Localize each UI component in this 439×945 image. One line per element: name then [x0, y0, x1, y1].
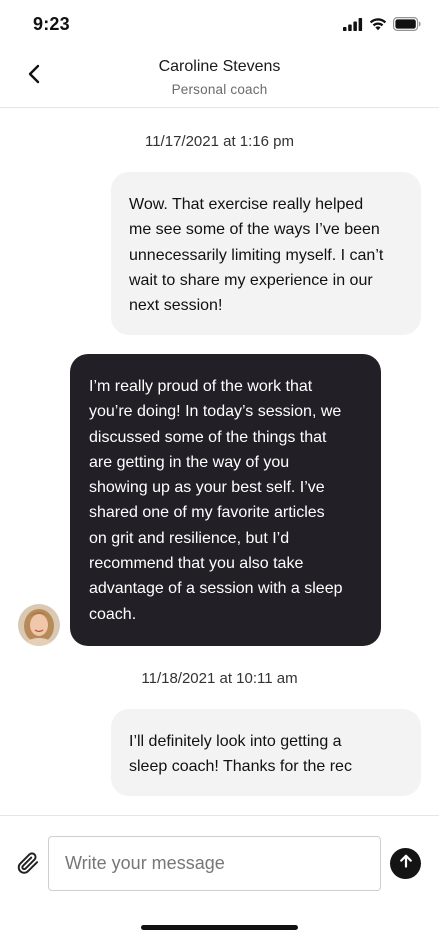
message-line: I’m really proud of the work that [89, 378, 313, 395]
message-line: wait to share my experience in our [129, 271, 373, 289]
message-line: coach. [89, 605, 137, 623]
wifi-icon [369, 17, 387, 36]
message-line: are getting in the way of you [89, 453, 290, 471]
message-line: unnecessarily limiting myself. I can’t [129, 246, 384, 264]
message-line: me see some of the ways I’ve been [129, 221, 380, 239]
message-line: next session! [129, 297, 223, 315]
outgoing-message: Wow. That exercise really helped me see … [111, 172, 421, 335]
outgoing-message: I’ll definitely look into getting a slee… [111, 709, 421, 796]
battery-icon [393, 17, 421, 36]
message-timestamp: 11/18/2021 at 10:11 am [141, 670, 298, 687]
attach-button[interactable] [15, 850, 41, 876]
chat-header: Caroline Stevens Personal coach [0, 50, 439, 108]
incoming-message: I’m really proud of the work that you’re… [70, 354, 381, 646]
status-bar: 9:23 [0, 0, 439, 50]
message-line: recommend that you also take [89, 555, 304, 573]
paperclip-icon [15, 852, 41, 880]
avatar[interactable] [18, 604, 60, 646]
message-line: discussed some of the things that [89, 428, 327, 446]
arrow-up-icon [398, 853, 414, 874]
status-icons [343, 17, 421, 36]
message-line: showing up as your best self. I’ve [89, 479, 325, 497]
message-line: Wow. That exercise really helped [129, 196, 364, 213]
message-line: I’ll definitely look into getting a [129, 733, 342, 750]
message-line: advantage of a session with a sleep [89, 580, 343, 598]
send-button[interactable] [390, 848, 421, 879]
message-line: on grit and resilience, but I’d [89, 529, 290, 547]
home-indicator[interactable] [141, 925, 298, 930]
cellular-signal-icon [343, 17, 363, 36]
message-timestamp: 11/17/2021 at 1:16 pm [144, 133, 294, 150]
contact-role: Personal coach [171, 82, 268, 97]
message-composer [0, 815, 439, 945]
message-line: sleep coach! Thanks for the rec [129, 758, 352, 776]
contact-name: Caroline Stevens [158, 58, 281, 75]
status-time: 9:23 [33, 14, 70, 34]
message-line: shared one of my favorite articles [89, 504, 325, 522]
message-input[interactable] [48, 836, 381, 891]
message-line: you’re doing! In today’s session, we [89, 403, 342, 421]
